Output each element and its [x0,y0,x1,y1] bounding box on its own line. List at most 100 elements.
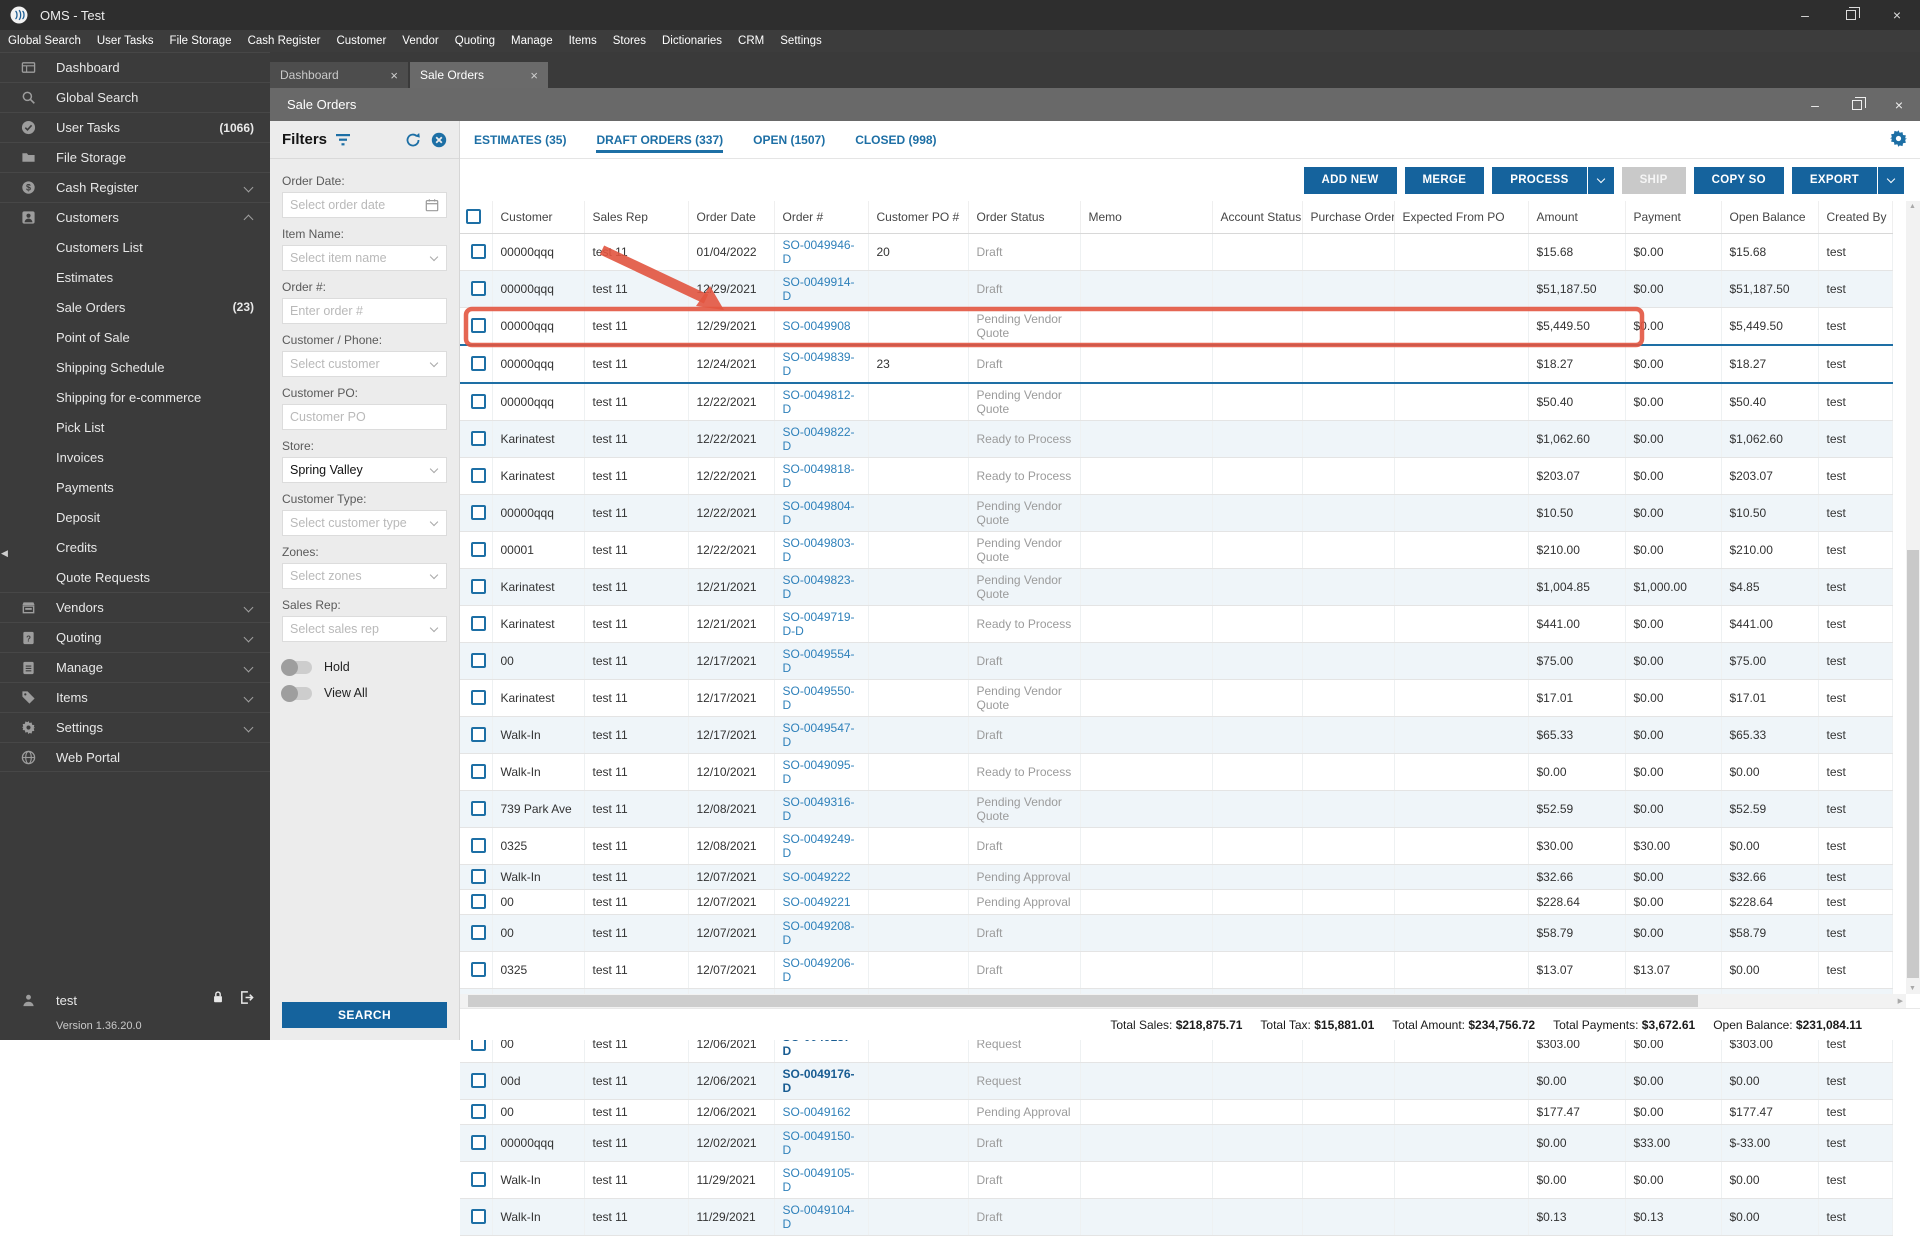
order-link[interactable]: SO-0049222 [783,870,851,884]
row-checkbox[interactable] [471,243,487,259]
order-link[interactable]: SO-0049547-D [783,721,855,749]
filter-input-order[interactable] [290,304,439,318]
table-row[interactable]: 739 Park Ave test 11 12/08/2021 SO-0049316-… [460,790,1893,828]
table-row[interactable]: 00 test 11 12/17/2021 SO-0049554-D Draft $75.… [460,642,1893,680]
order-link[interactable]: SO-0049804-D [783,499,855,527]
logout-icon[interactable] [239,990,254,1010]
filter-input-order-date[interactable] [290,198,425,212]
inner-minimize-icon[interactable]: – [1794,88,1836,121]
sidebar-item-pick-list[interactable]: Pick List [0,412,270,442]
filter-field-zones[interactable] [282,563,447,589]
row-checkbox[interactable] [471,1072,487,1088]
table-row[interactable]: Karinatest test 11 12/21/2021 SO-0049823-D P… [460,568,1893,606]
row-checkbox[interactable] [471,652,487,668]
sidebar-item-user-tasks[interactable]: User Tasks (1066) [0,112,270,142]
row-checkbox[interactable] [471,1103,487,1119]
row-checkbox[interactable] [471,893,487,909]
sidebar-item-estimates[interactable]: Estimates [0,262,270,292]
sidebar-item-shipping-schedule[interactable]: Shipping Schedule [0,352,270,382]
filter-input-item-name[interactable] [290,251,427,265]
order-link[interactable]: SO-0049803-D [783,536,855,564]
order-link[interactable]: SO-0049316-D [783,795,855,823]
filter-field-order-date[interactable] [282,192,447,218]
table-row[interactable]: Karinatest test 11 12/22/2021 SO-0049822-D R… [460,420,1893,458]
menu-manage[interactable]: Manage [503,30,561,52]
row-checkbox[interactable] [471,541,487,557]
toggle-switch[interactable] [281,684,312,702]
horizontal-scrollbar[interactable]: ▶ [460,994,1906,1008]
ship-button[interactable]: SHIP [1621,166,1686,194]
menu-cash-register[interactable]: Cash Register [240,30,329,52]
row-checkbox[interactable] [471,317,487,333]
sidebar-collapse-icon[interactable]: ◀ [1,548,8,559]
order-link[interactable]: SO-0049150-D [783,1129,855,1157]
inner-close-icon[interactable]: × [1878,88,1920,121]
menu-settings[interactable]: Settings [772,30,830,52]
table-row[interactable]: 00000qqq test 11 12/24/2021 SO-0049839-D 23 D… [460,343,1893,384]
order-link[interactable]: SO-0049105-D [783,1166,855,1194]
menu-items[interactable]: Items [561,30,605,52]
row-checkbox[interactable] [471,467,487,483]
table-row[interactable]: 00 test 11 12/07/2021 SO-0049221 Pending App… [460,889,1893,915]
toggle-switch[interactable] [281,658,312,676]
col-customer[interactable]: Customer [492,201,585,234]
col-order-status[interactable]: Order Status [968,201,1081,234]
col-open-balance[interactable]: Open Balance [1721,201,1819,234]
row-checkbox[interactable] [471,726,487,742]
menu-crm[interactable]: CRM [730,30,772,52]
filter-input-customer-po[interactable] [290,410,439,424]
filter-input-customer-phone[interactable] [290,357,427,371]
order-link[interactable]: SO-0049550-D [783,684,855,712]
window-minimize-icon[interactable]: – [1782,0,1828,30]
table-row[interactable]: 00000qqq test 11 01/04/2022 SO-0049946-D 20 D… [460,233,1893,271]
order-link[interactable]: SO-0049946-D [783,238,855,266]
table-row[interactable]: 0325 test 11 12/07/2021 SO-0049206-D Draft $1… [460,951,1893,989]
filter-field-customer-type[interactable] [282,510,447,536]
scroll-right-icon[interactable]: ▶ [1898,997,1903,1005]
add-new-button[interactable]: ADD NEW [1303,166,1397,194]
gear-icon[interactable] [1889,129,1908,153]
order-link[interactable]: SO-0049104-D [783,1203,855,1231]
sidebar-item-payments[interactable]: Payments [0,472,270,502]
menu-file-storage[interactable]: File Storage [162,30,240,52]
filter-field-order[interactable] [282,298,447,324]
col-memo[interactable]: Memo [1080,201,1213,234]
filter-field-store[interactable] [282,457,447,483]
filter-field-customer-po[interactable] [282,404,447,430]
filter-field-sales-rep[interactable] [282,616,447,642]
table-row[interactable]: Walk-In test 11 11/29/2021 SO-0049104-D Draf… [460,1198,1893,1236]
table-row[interactable]: 00000qqq test 11 12/22/2021 SO-0049804-D Pen… [460,494,1893,532]
search-button[interactable]: SEARCH [282,1002,447,1028]
row-checkbox[interactable] [471,280,487,296]
sidebar-item-customers-list[interactable]: Customers List [0,232,270,262]
row-checkbox[interactable] [471,763,487,779]
table-row[interactable]: Karinatest test 11 12/17/2021 SO-0049550-D P… [460,679,1893,717]
menu-vendor[interactable]: Vendor [394,30,446,52]
row-checkbox[interactable] [471,837,487,853]
vertical-scrollbar[interactable]: ▲ ▼ [1906,201,1920,994]
tab-draft-orders-337[interactable]: DRAFT ORDERS (337) [596,121,723,158]
col-purchase-order[interactable]: Purchase Order # [1302,201,1395,234]
export-dropdown-icon[interactable] [1878,166,1904,194]
filter-input-zones[interactable] [290,569,427,583]
row-checkbox[interactable] [471,800,487,816]
tab-closed-998[interactable]: CLOSED (998) [855,121,936,158]
order-link[interactable]: SO-0049095-D [783,758,855,786]
doc-tab-dashboard[interactable]: Dashboard × [270,62,408,88]
row-checkbox[interactable] [471,689,487,705]
row-checkbox[interactable] [471,615,487,631]
table-row[interactable]: Walk-In test 11 12/17/2021 SO-0049547-D Draf… [460,716,1893,754]
lock-icon[interactable] [211,990,225,1010]
row-checkbox[interactable] [471,1171,487,1187]
sidebar-item-items[interactable]: Items [0,682,270,712]
col-created-by[interactable]: Created By [1818,201,1893,234]
sidebar-item-file-storage[interactable]: File Storage [0,142,270,172]
sidebar-item-dashboard[interactable]: Dashboard [0,52,270,82]
doc-tab-sale-orders[interactable]: Sale Orders × [410,62,548,88]
order-link[interactable]: SO-0049221 [783,895,851,909]
sidebar-item-deposit[interactable]: Deposit [0,502,270,532]
tab-open-1507[interactable]: OPEN (1507) [753,121,825,158]
sidebar-item-web-portal[interactable]: Web Portal [0,742,270,772]
sidebar-item-settings[interactable]: Settings [0,712,270,742]
menu-quoting[interactable]: Quoting [447,30,503,52]
